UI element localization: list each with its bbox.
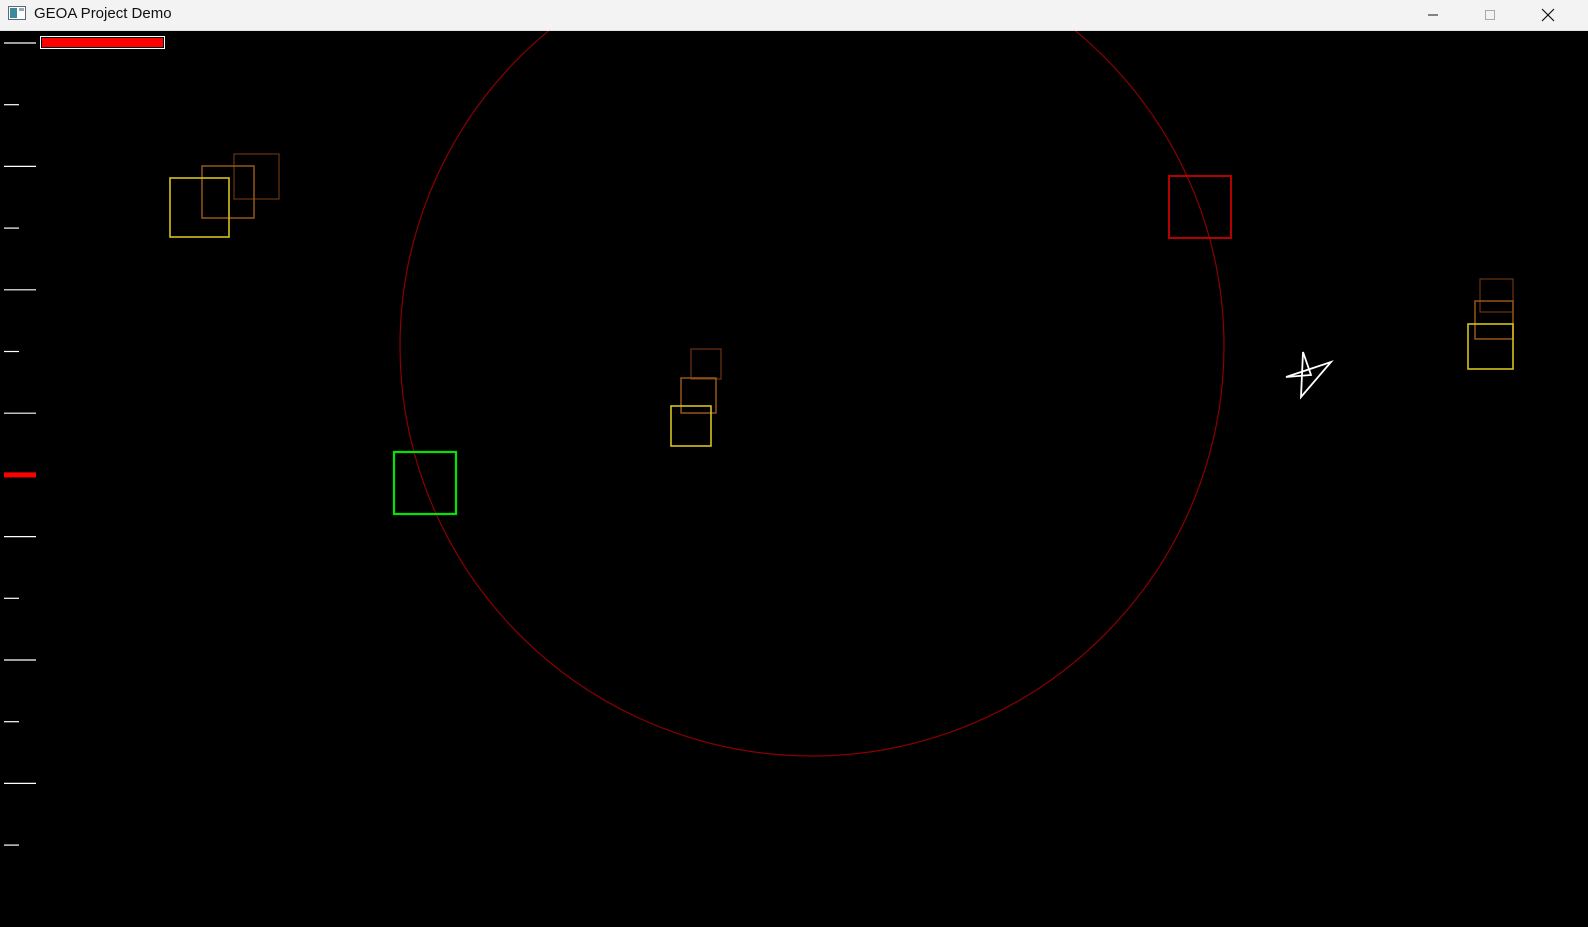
trail-square-yellow <box>670 405 712 447</box>
maximize-button[interactable] <box>1467 0 1513 30</box>
title-bar[interactable]: GEOA Project Demo <box>0 0 1588 31</box>
trail-square-faint <box>233 153 280 200</box>
boundary-circle <box>399 31 1225 757</box>
game-canvas[interactable] <box>0 31 1588 927</box>
trail-square-orange <box>1474 300 1514 340</box>
close-button[interactable] <box>1525 0 1571 30</box>
close-icon <box>1541 8 1555 22</box>
trail-square-faint <box>1479 278 1514 313</box>
depth-ruler <box>4 42 36 846</box>
minimize-icon <box>1427 9 1439 21</box>
square-trail-top-left <box>169 153 280 238</box>
square-trail-center <box>670 348 722 447</box>
minimize-button[interactable] <box>1410 0 1456 30</box>
health-bar <box>40 36 165 49</box>
window-title: GEOA Project Demo <box>34 5 172 22</box>
trail-square-yellow <box>169 177 230 238</box>
app-window: GEOA Project Demo <box>0 0 1588 927</box>
maximize-icon <box>1484 9 1496 21</box>
square-trail-right <box>1467 278 1514 370</box>
trail-square-orange <box>201 165 255 219</box>
trail-square-faint <box>690 348 722 380</box>
green-square <box>392 450 458 516</box>
app-window-icon <box>8 6 26 20</box>
health-bar-fill <box>42 38 163 47</box>
player-star-icon <box>1285 351 1334 400</box>
game-scene <box>4 31 1514 846</box>
